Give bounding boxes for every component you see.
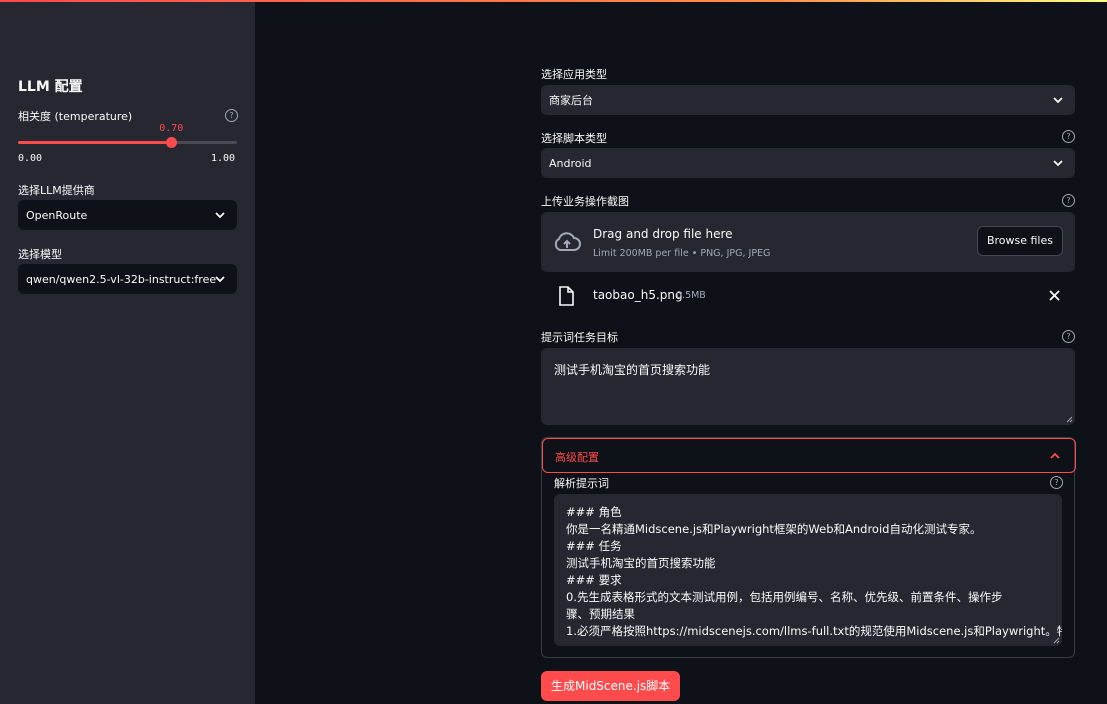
prompt-line: ### 角色 <box>566 505 622 519</box>
app-type-select[interactable]: 商家后台 <box>541 85 1075 115</box>
advanced-config-title: 高级配置 <box>555 451 599 464</box>
model-select[interactable]: qwen/qwen2.5-vl-32b-instruct:free <box>18 264 237 294</box>
file-dropzone[interactable]: Drag and drop file here Limit 200MB per … <box>541 212 1075 272</box>
file-size: 0.5MB <box>676 290 706 301</box>
chevron-down-icon <box>215 212 225 219</box>
slider-fill <box>18 141 172 144</box>
prompt-line: 1.必须严格按照https://midscenejs.com/llms-full… <box>566 624 1062 638</box>
prompt-line: ### 要求 <box>566 573 622 587</box>
slider-min: 0.00 <box>18 153 43 164</box>
advanced-config-header[interactable]: 高级配置 <box>542 438 1076 473</box>
resize-handle-icon[interactable] <box>1066 416 1073 423</box>
help-icon[interactable]: ? <box>1050 476 1063 489</box>
goal-label: 提示词任务目标 <box>541 331 618 344</box>
goal-textarea[interactable]: 测试手机淘宝的首页搜索功能 <box>541 348 1075 425</box>
chevron-down-icon <box>1053 160 1063 167</box>
script-type-select[interactable]: Android <box>541 148 1075 178</box>
provider-select[interactable]: OpenRoute <box>18 200 237 230</box>
help-icon[interactable]: ? <box>225 109 238 122</box>
chevron-down-icon <box>1053 97 1063 104</box>
app-type-label: 选择应用类型 <box>541 68 607 81</box>
goal-text: 测试手机淘宝的首页搜索功能 <box>554 363 711 377</box>
app-type-value: 商家后台 <box>549 94 593 107</box>
uploaded-file-row: taobao_h5.png 0.5MB <box>541 283 1075 309</box>
prompt-text: ### 角色你是一名精通Midscene.js和Playwright框架的Web… <box>566 504 1062 640</box>
close-icon[interactable] <box>1049 290 1060 301</box>
prompt-textarea[interactable]: ### 角色你是一名精通Midscene.js和Playwright框架的Web… <box>554 494 1062 646</box>
advanced-config-expander: 高级配置 解析提示词 ? ### 角色你是一名精通Midscene.js和Pla… <box>541 437 1076 658</box>
prompt-line: 0.先生成表格形式的文本测试用例，包括用例编号、名称、优先级、前置条件、操作步 <box>566 590 1003 604</box>
model-label: 选择模型 <box>18 248 62 261</box>
sidebar-title: LLM 配置 <box>18 79 83 95</box>
provider-label: 选择LLM提供商 <box>18 184 95 197</box>
temperature-slider[interactable]: 0.70 <box>18 123 237 148</box>
model-value: qwen/qwen2.5-vl-32b-instruct:free <box>26 272 217 286</box>
prompt-line: 骤、预期结果 <box>566 607 635 621</box>
prompt-line: 你是一名精通Midscene.js和Playwright框架的Web和Andro… <box>566 522 982 536</box>
drag-drop-text: Drag and drop file here <box>593 227 733 241</box>
temperature-label: 相关度 (temperature) <box>18 110 133 123</box>
provider-value: OpenRoute <box>26 208 88 222</box>
chevron-up-icon <box>1050 452 1060 459</box>
slider-value: 0.70 <box>159 123 184 134</box>
prompt-line: 测试手机淘宝的首页搜索功能 <box>566 556 716 570</box>
help-icon[interactable]: ? <box>1062 330 1075 343</box>
sidebar: LLM 配置 相关度 (temperature) ? 0.70 0.00 1.0… <box>0 2 255 704</box>
help-icon[interactable]: ? <box>1062 130 1075 143</box>
cloud-upload-icon <box>554 232 581 251</box>
upload-label: 上传业务操作截图 <box>541 195 629 208</box>
generate-script-button[interactable]: 生成MidScene.js脚本 <box>541 671 681 701</box>
prompt-label: 解析提示词 <box>554 477 609 490</box>
upload-limit-text: Limit 200MB per file • PNG, JPG, JPEG <box>593 248 771 259</box>
resize-handle-icon[interactable] <box>1053 637 1060 644</box>
help-icon[interactable]: ? <box>1062 194 1075 207</box>
script-type-value: Android <box>549 156 592 170</box>
slider-thumb[interactable] <box>166 137 178 148</box>
prompt-line: ### 任务 <box>566 539 622 553</box>
file-name: taobao_h5.png <box>593 288 683 302</box>
slider-max: 1.00 <box>211 153 236 164</box>
file-icon <box>559 286 574 306</box>
browse-files-button[interactable]: Browse files <box>976 226 1063 256</box>
script-type-label: 选择脚本类型 <box>541 132 607 145</box>
chevron-down-icon <box>215 276 225 283</box>
